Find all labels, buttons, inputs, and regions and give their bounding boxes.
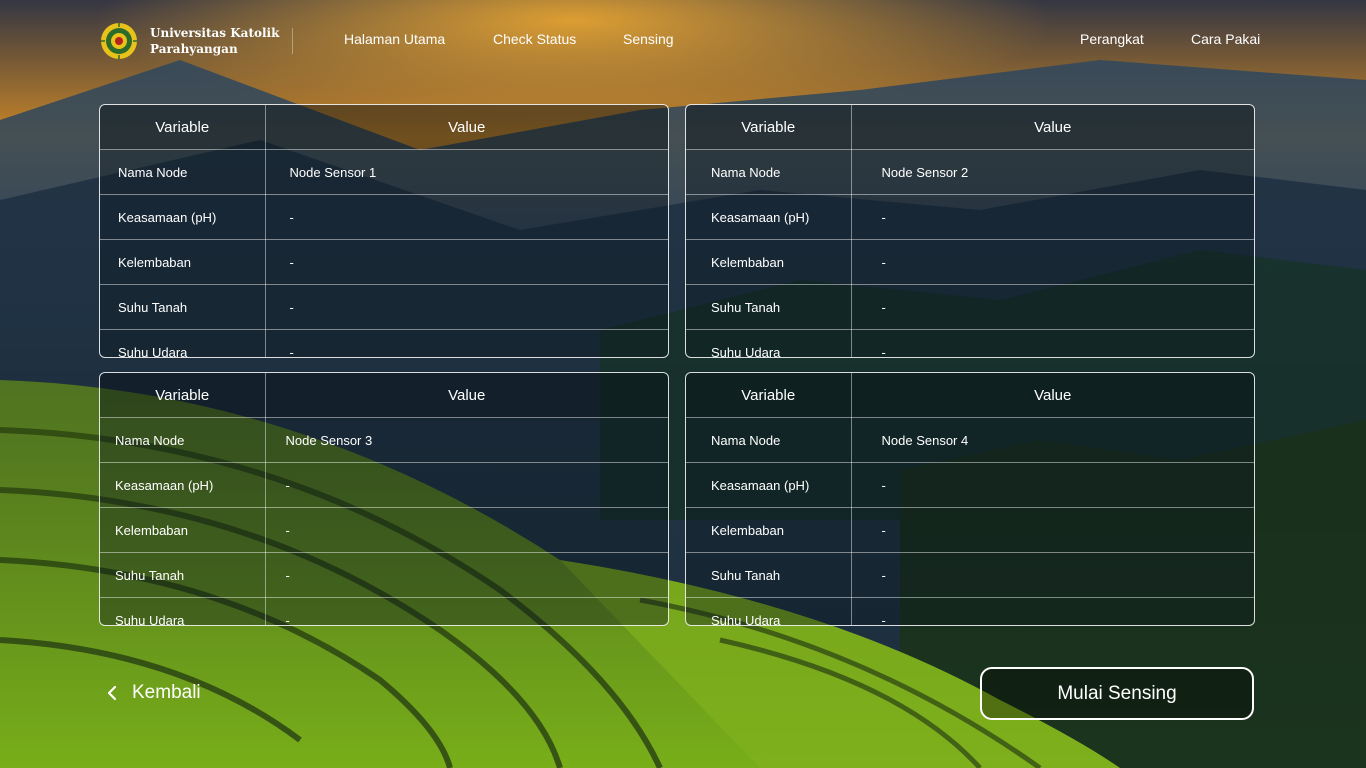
node-table-1: Variable Value Nama Node Node Sensor 1 Ke… (99, 104, 669, 358)
value-cell: - (881, 344, 886, 358)
table-row: Suhu Tanah - (100, 552, 668, 598)
table-row: Keasamaan (pH) - (100, 194, 668, 240)
node-table-4: Variable Value Nama Node Node Sensor 4 Ke… (685, 372, 1255, 626)
brand[interactable]: Universitas Katolik Parahyangan (100, 22, 279, 60)
table-row: Nama Node Node Sensor 1 (100, 149, 668, 195)
table-row: Suhu Tanah - (686, 284, 1254, 330)
header-value: Value (851, 373, 1254, 418)
table-header-row: Variable Value (686, 105, 1254, 150)
value-cell: - (265, 507, 668, 553)
table-header-row: Variable Value (100, 105, 668, 150)
node-table-2: Variable Value Nama Node Node Sensor 2 Ke… (685, 104, 1255, 358)
nav-link-halaman-utama[interactable]: Halaman Utama (344, 31, 445, 47)
value-cell: - (265, 284, 668, 330)
variable-cell: Keasamaan (pH) (686, 194, 852, 240)
variable-cell: Keasamaan (pH) (686, 462, 852, 508)
value-cell: - (265, 194, 668, 240)
value-cell: - (265, 239, 668, 285)
node-table-3: Variable Value Nama Node Node Sensor 3 Ke… (99, 372, 669, 626)
value-cell: Node Sensor 2 (851, 149, 1254, 195)
table-row: Nama Node Node Sensor 3 (100, 417, 668, 463)
table-row: Suhu Udara - (100, 329, 668, 358)
nav-link-check-status[interactable]: Check Status (493, 31, 576, 47)
table-row: Suhu Tanah - (100, 284, 668, 330)
top-navigation: Universitas Katolik Parahyangan Halaman … (0, 0, 1366, 82)
table-row: Keasamaan (pH) - (686, 462, 1254, 508)
table-row: Kelembaban - (686, 507, 1254, 553)
nav-link-perangkat[interactable]: Perangkat (1080, 31, 1144, 47)
back-button[interactable]: Kembali (104, 682, 201, 704)
value-cell: Node Sensor 4 (851, 417, 1254, 463)
value-cell: Node Sensor 3 (265, 417, 668, 463)
brand-line-2: Parahyangan (150, 42, 238, 56)
value-cell: - (881, 612, 886, 626)
value-cell: - (265, 462, 668, 508)
table-row: Suhu Udara - (686, 329, 1254, 358)
variable-cell: Suhu Udara (100, 597, 266, 625)
variable-cell: Kelembaban (100, 239, 266, 285)
variable-cell: Suhu Udara (100, 329, 266, 357)
table-row: Keasamaan (pH) - (100, 462, 668, 508)
variable-cell: Suhu Udara (686, 597, 852, 625)
table-header-row: Variable Value (686, 373, 1254, 418)
start-sensing-button[interactable]: Mulai Sensing (980, 667, 1254, 720)
chevron-left-icon (107, 685, 117, 701)
header-value: Value (851, 105, 1254, 150)
table-row: Nama Node Node Sensor 4 (686, 417, 1254, 463)
value-cell: - (851, 194, 1254, 240)
back-button-label: Kembali (132, 682, 201, 703)
nav-link-sensing[interactable]: Sensing (623, 31, 674, 47)
variable-cell: Kelembaban (686, 239, 852, 285)
value-cell: - (289, 344, 294, 358)
header-variable: Variable (100, 105, 266, 150)
variable-cell: Suhu Tanah (686, 552, 852, 598)
variable-cell: Suhu Udara (686, 329, 852, 357)
brand-line-1: Universitas Katolik (150, 26, 280, 40)
variable-cell: Kelembaban (686, 507, 852, 553)
header-variable: Variable (686, 105, 852, 150)
variable-cell: Nama Node (686, 417, 852, 463)
table-row: Kelembaban - (100, 507, 668, 553)
value-cell: - (265, 552, 668, 598)
value-cell: - (285, 612, 290, 626)
table-row: Kelembaban - (686, 239, 1254, 285)
variable-cell: Keasamaan (pH) (100, 462, 266, 508)
table-row: Suhu Tanah - (686, 552, 1254, 598)
variable-cell: Suhu Tanah (100, 552, 266, 598)
header-value: Value (265, 373, 668, 418)
header-variable: Variable (100, 373, 266, 418)
table-header-row: Variable Value (100, 373, 668, 418)
table-row: Keasamaan (pH) - (686, 194, 1254, 240)
variable-cell: Nama Node (686, 149, 852, 195)
value-cell: - (851, 462, 1254, 508)
value-cell: - (851, 284, 1254, 330)
value-cell: - (851, 552, 1254, 598)
header-variable: Variable (686, 373, 852, 418)
nav-link-cara-pakai[interactable]: Cara Pakai (1191, 31, 1260, 47)
brand-name: Universitas Katolik Parahyangan (150, 25, 279, 57)
variable-cell: Kelembaban (100, 507, 266, 553)
variable-cell: Nama Node (100, 417, 266, 463)
header-value: Value (265, 105, 668, 150)
table-row: Kelembaban - (100, 239, 668, 285)
university-seal-icon (101, 23, 137, 59)
variable-cell: Suhu Tanah (686, 284, 852, 330)
table-row: Nama Node Node Sensor 2 (686, 149, 1254, 195)
table-row: Suhu Udara - (100, 597, 668, 626)
variable-cell: Keasamaan (pH) (100, 194, 266, 240)
table-row: Suhu Udara - (686, 597, 1254, 626)
value-cell: - (851, 507, 1254, 553)
variable-cell: Suhu Tanah (100, 284, 266, 330)
value-cell: Node Sensor 1 (265, 149, 668, 195)
nav-divider (292, 28, 293, 54)
value-cell: - (851, 239, 1254, 285)
variable-cell: Nama Node (100, 149, 266, 195)
